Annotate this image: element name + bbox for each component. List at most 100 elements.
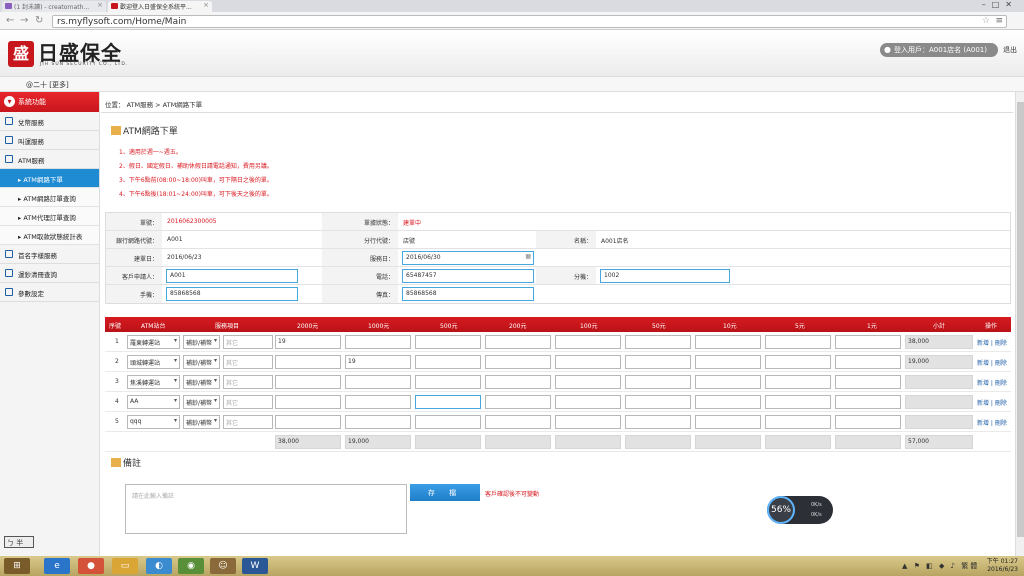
other-input[interactable]: 其它 <box>223 375 273 389</box>
amount-input[interactable] <box>765 355 831 369</box>
amount-input[interactable] <box>765 415 831 429</box>
logout-link[interactable]: 退出 <box>1003 45 1017 55</box>
amount-input[interactable] <box>275 415 341 429</box>
amount-input[interactable] <box>695 355 761 369</box>
mobile-input[interactable]: 85868568 <box>166 287 298 301</box>
amount-input[interactable] <box>555 335 621 349</box>
game-icon[interactable]: ☺ <box>210 558 236 574</box>
ime-lang[interactable]: 繁體 <box>961 562 979 570</box>
amount-input[interactable] <box>415 335 481 349</box>
other-input[interactable]: 其它 <box>223 395 273 409</box>
atm-site-select[interactable]: 羅東轉運站 <box>127 335 180 349</box>
amount-input[interactable] <box>765 375 831 389</box>
row-actions[interactable]: 新增 | 刪除 <box>977 378 1007 387</box>
amount-input[interactable] <box>765 335 831 349</box>
amount-input[interactable] <box>415 375 481 389</box>
amount-input[interactable] <box>555 375 621 389</box>
amount-input[interactable] <box>625 355 691 369</box>
amount-input[interactable] <box>625 415 691 429</box>
amount-input[interactable] <box>275 355 341 369</box>
close-icon[interactable]: × <box>97 1 103 9</box>
amount-input[interactable] <box>415 395 481 409</box>
amount-input[interactable] <box>485 375 551 389</box>
amount-input[interactable] <box>555 395 621 409</box>
ie-icon[interactable]: e <box>44 558 70 574</box>
scrollbar-thumb[interactable] <box>1017 102 1024 537</box>
amount-input[interactable] <box>415 355 481 369</box>
atm-site-select[interactable]: 頭城轉運站 <box>127 355 180 369</box>
fax-input[interactable]: 85868568 <box>402 287 534 301</box>
sidebar-item-cash-query[interactable]: 運鈔清冊查詢 <box>0 264 99 283</box>
amount-input[interactable] <box>835 375 901 389</box>
atm-site-select[interactable]: qqq <box>127 415 180 429</box>
amount-input[interactable] <box>485 335 551 349</box>
other-input[interactable]: 其它 <box>223 415 273 429</box>
service-select[interactable]: 補鈔/補幣 <box>183 375 220 389</box>
amount-input[interactable] <box>835 355 901 369</box>
other-input[interactable]: 其它 <box>223 355 273 369</box>
service-date-input[interactable]: 2016/06/30 ▦ <box>402 251 534 265</box>
word-icon[interactable]: W <box>242 558 268 574</box>
amount-input[interactable]: 19 <box>275 335 341 349</box>
sidebar-item-exchange[interactable]: 兌幣服務 <box>0 112 99 131</box>
amount-input[interactable] <box>485 355 551 369</box>
amount-input[interactable] <box>485 415 551 429</box>
service-select[interactable]: 補鈔/補幣 <box>183 335 220 349</box>
save-button[interactable]: 存 檔 <box>410 484 480 501</box>
back-icon[interactable]: ← <box>6 15 14 26</box>
media-icon[interactable]: ● <box>78 558 104 574</box>
amount-input[interactable] <box>695 395 761 409</box>
sidebar-item-atm[interactable]: ATM服務 <box>0 150 99 169</box>
service-select[interactable]: 補鈔/補幣 <box>183 395 220 409</box>
sidebar-subitem-atm-order[interactable]: ▸ ATM網路下單 <box>0 169 99 188</box>
amount-input[interactable] <box>485 395 551 409</box>
browser-tab-2[interactable]: 歡迎登入日盛保全系統平... × <box>108 1 212 12</box>
ext-input[interactable]: 1002 <box>600 269 730 283</box>
star-icon[interactable]: ☆ <box>982 16 990 26</box>
amount-input[interactable] <box>275 395 341 409</box>
sidebar-subitem-atm-stats[interactable]: ▸ ATM取款狀態統計表 <box>0 226 99 245</box>
close-icon[interactable]: × <box>203 1 209 9</box>
amount-input[interactable] <box>835 395 901 409</box>
calendar-icon[interactable]: ▦ <box>525 253 531 260</box>
menu-icon[interactable]: ≡ <box>995 16 1003 26</box>
url-field[interactable]: rs.myflysoft.com/Home/Main ☆ ≡ <box>52 15 1007 28</box>
app-icon[interactable]: ◐ <box>146 558 172 574</box>
amount-input[interactable] <box>275 375 341 389</box>
sidebar-head[interactable]: ▾ 系統功能 <box>0 92 99 112</box>
phone-input[interactable]: 65487457 <box>402 269 534 283</box>
amount-input[interactable] <box>695 375 761 389</box>
atm-site-select[interactable]: 焦溪轉運站 <box>127 375 180 389</box>
scrollbar[interactable] <box>1015 92 1024 556</box>
row-actions[interactable]: 新增 | 刪除 <box>977 338 1007 347</box>
forward-icon[interactable]: → <box>20 15 28 26</box>
start-icon[interactable]: ⊞ <box>4 558 30 574</box>
amount-input[interactable] <box>625 335 691 349</box>
service-select[interactable]: 補鈔/補幣 <box>183 355 220 369</box>
speed-widget[interactable]: 56% 0K/s 0K/s <box>767 496 833 524</box>
remark-textarea[interactable]: 請在此輸入備註 <box>125 484 407 534</box>
sidebar-item-transport[interactable]: 叫運服務 <box>0 131 99 150</box>
ime-indicator[interactable]: ㄅ 半 <box>4 536 34 548</box>
amount-input[interactable]: 19 <box>345 355 411 369</box>
amount-input[interactable] <box>415 415 481 429</box>
sidebar-subitem-atm-proxy[interactable]: ▸ ATM代理訂單查詢 <box>0 207 99 226</box>
amount-input[interactable] <box>555 355 621 369</box>
amount-input[interactable] <box>835 415 901 429</box>
chrome-icon[interactable]: ◉ <box>178 558 204 574</box>
row-actions[interactable]: 新增 | 刪除 <box>977 358 1007 367</box>
amount-input[interactable] <box>835 335 901 349</box>
sidebar-item-settings[interactable]: 參數設定 <box>0 283 99 302</box>
amount-input[interactable] <box>555 415 621 429</box>
sidebar-subitem-atm-query[interactable]: ▸ ATM網路訂單查詢 <box>0 188 99 207</box>
other-input[interactable]: 其它 <box>223 335 273 349</box>
amount-input[interactable] <box>625 375 691 389</box>
notice-text[interactable]: @二十 [更多] <box>26 81 69 89</box>
amount-input[interactable] <box>345 415 411 429</box>
folder-icon[interactable]: ▭ <box>112 558 138 574</box>
amount-input[interactable] <box>695 415 761 429</box>
atm-site-select[interactable]: AA <box>127 395 180 409</box>
clock[interactable]: 下午 01:27 2016/6/23 <box>987 558 1018 574</box>
window-controls[interactable]: –□✕ <box>982 0 1018 9</box>
amount-input[interactable] <box>695 335 761 349</box>
